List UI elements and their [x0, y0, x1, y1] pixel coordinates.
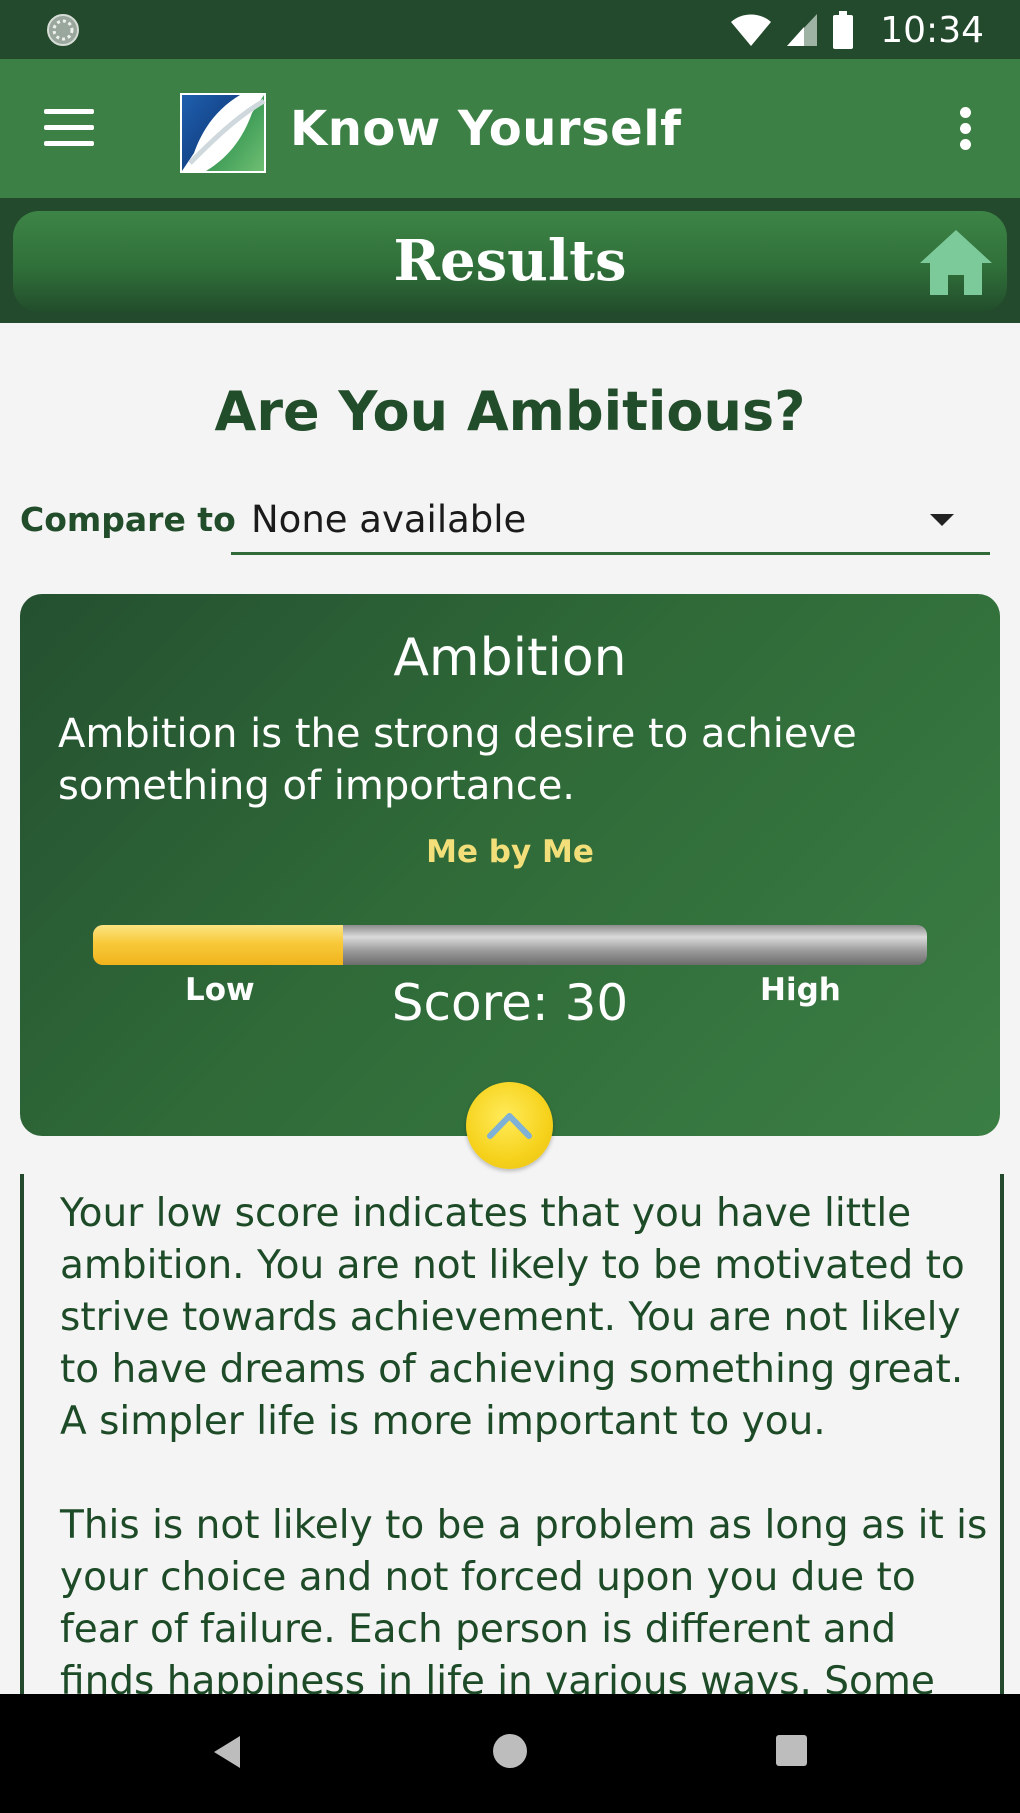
- trait-description: Ambition is the strong desire to achieve…: [58, 711, 857, 809]
- results-pill: Results: [13, 211, 1007, 312]
- more-vert-icon[interactable]: [958, 107, 972, 151]
- nav-home-icon[interactable]: [493, 1734, 527, 1768]
- score-high-label: High: [760, 972, 841, 1008]
- compare-label: Compare to: [20, 500, 236, 539]
- rater-label: Me by Me: [426, 834, 594, 870]
- signal-icon: [787, 14, 818, 46]
- app-title: Know Yourself: [290, 101, 682, 157]
- battery-icon: [833, 11, 854, 49]
- back-icon[interactable]: [212, 1734, 242, 1770]
- score-text: Score: 30: [391, 974, 629, 1032]
- home-icon[interactable]: [918, 227, 994, 299]
- recents-icon[interactable]: [776, 1735, 807, 1766]
- trait-card: Ambition Ambition is the strong desire t…: [20, 594, 1000, 1136]
- status-bar: 10:34: [0, 0, 1020, 59]
- quiz-title: Are You Ambitious?: [214, 380, 806, 443]
- trait-name: Ambition: [393, 628, 627, 688]
- results-title: Results: [393, 228, 627, 294]
- score-bar: [93, 925, 927, 965]
- dropdown-arrow-icon: [930, 514, 954, 526]
- result-description: Your low score indicates that you have l…: [60, 1191, 988, 1694]
- wifi-icon: [731, 14, 772, 46]
- app-bar: Know Yourself: [0, 59, 1020, 198]
- result-description-panel[interactable]: Your low score indicates that you have l…: [20, 1174, 1004, 1694]
- hamburger-menu-icon[interactable]: [44, 109, 94, 147]
- status-icons: 10:34: [730, 6, 984, 54]
- compare-selected-value: None available: [251, 498, 527, 541]
- score-bar-fill: [93, 925, 344, 965]
- results-header: Results: [0, 198, 1020, 323]
- screen: 10:34 Know Yourself Results Are You Ambi…: [0, 0, 1020, 1813]
- status-time: 10:34: [880, 9, 984, 51]
- sync-status-icon: [47, 14, 79, 46]
- compare-dropdown[interactable]: None available: [231, 486, 990, 555]
- app-logo: [180, 93, 266, 173]
- chevron-up-icon: [487, 1113, 532, 1139]
- system-nav-bar: [0, 1694, 1020, 1813]
- collapse-button[interactable]: [466, 1082, 553, 1169]
